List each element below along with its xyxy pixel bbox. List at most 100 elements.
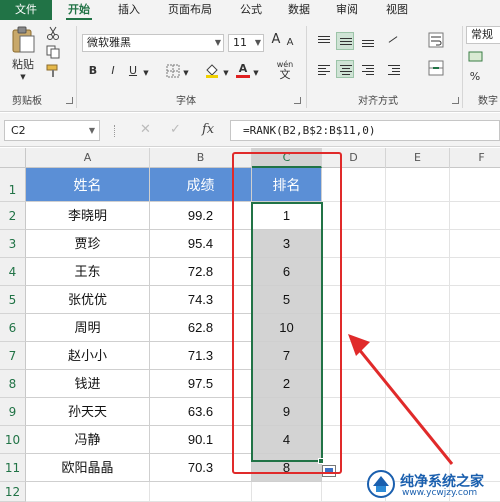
empty-cell[interactable] [386, 168, 450, 202]
name-cell[interactable]: 孙天天 [26, 398, 150, 426]
rank-cell[interactable]: 9 [252, 398, 322, 426]
row-header[interactable]: 4 [0, 258, 26, 286]
chevron-down-icon[interactable]: ▼ [89, 121, 95, 140]
column-header-b[interactable]: B [150, 148, 252, 168]
name-cell[interactable]: 冯静 [26, 426, 150, 454]
rank-cell[interactable]: 2 [252, 370, 322, 398]
tab-data[interactable]: 数据 [288, 0, 310, 20]
tab-view[interactable]: 视图 [386, 0, 408, 20]
name-cell[interactable]: 周明 [26, 314, 150, 342]
rank-cell[interactable]: 8 [252, 454, 322, 482]
copy-icon[interactable] [46, 45, 60, 59]
row-header[interactable]: 6 [0, 314, 26, 342]
name-cell[interactable]: 李晓明 [26, 202, 150, 230]
row-header[interactable]: 5 [0, 286, 26, 314]
empty-cell[interactable] [322, 202, 386, 230]
fill-color-icon[interactable] [204, 62, 220, 78]
header-rank-cell[interactable]: 排名 [252, 168, 322, 202]
row-header[interactable]: 10 [0, 426, 26, 454]
score-cell[interactable]: 99.2 [150, 202, 252, 230]
font-name-select[interactable]: 微软雅黑 ▼ [82, 34, 224, 52]
currency-icon[interactable] [468, 50, 484, 64]
header-score-cell[interactable]: 成绩 [150, 168, 252, 202]
empty-cell[interactable] [450, 168, 500, 202]
name-cell[interactable]: 王东 [26, 258, 150, 286]
name-cell[interactable]: 赵小小 [26, 342, 150, 370]
text-direction-button[interactable] [384, 32, 402, 50]
name-box[interactable]: C2 ▼ [4, 120, 100, 141]
name-cell[interactable]: 贾珍 [26, 230, 150, 258]
fill-color-dropdown-icon[interactable]: ▼ [222, 66, 230, 80]
align-top-button[interactable] [314, 32, 332, 50]
percent-button[interactable]: % [468, 70, 482, 84]
menu-file[interactable]: 文件 [0, 0, 52, 20]
name-cell[interactable]: 欧阳晶晶 [26, 454, 150, 482]
fill-handle[interactable] [318, 458, 324, 464]
wrap-text-icon[interactable] [428, 32, 444, 48]
empty-cell[interactable] [322, 286, 386, 314]
number-format-select[interactable]: 常规 [466, 26, 500, 44]
empty-cell[interactable] [322, 168, 386, 202]
empty-cell[interactable] [322, 230, 386, 258]
cancel-icon[interactable]: ✕ [140, 122, 151, 137]
empty-cell[interactable] [386, 286, 450, 314]
column-header-d[interactable]: D [322, 148, 386, 168]
tab-formulas[interactable]: 公式 [240, 0, 262, 20]
font-size-select[interactable]: 11 ▼ [228, 34, 264, 52]
empty-cell[interactable] [386, 258, 450, 286]
empty-cell[interactable] [252, 482, 322, 502]
grow-font-button[interactable]: A [270, 33, 282, 47]
column-header-c[interactable]: C [252, 148, 322, 168]
score-cell[interactable]: 72.8 [150, 258, 252, 286]
align-right-button[interactable] [358, 60, 376, 78]
row-header[interactable]: 1 [0, 168, 26, 202]
score-cell[interactable]: 95.4 [150, 230, 252, 258]
empty-cell[interactable] [386, 230, 450, 258]
tab-insert[interactable]: 插入 [118, 0, 140, 20]
font-color-button[interactable]: A [236, 62, 250, 78]
empty-cell[interactable] [450, 258, 500, 286]
align-middle-button[interactable] [336, 32, 354, 50]
header-name-cell[interactable]: 姓名 [26, 168, 150, 202]
rank-cell[interactable]: 10 [252, 314, 322, 342]
font-launcher-icon[interactable] [294, 97, 301, 104]
tab-review[interactable]: 审阅 [336, 0, 358, 20]
row-header[interactable]: 11 [0, 454, 26, 482]
rank-cell[interactable]: 7 [252, 342, 322, 370]
underline-button[interactable]: U [126, 64, 140, 78]
score-cell[interactable]: 74.3 [150, 286, 252, 314]
row-header[interactable]: 9 [0, 398, 26, 426]
empty-cell[interactable] [450, 286, 500, 314]
column-header-a[interactable]: A [26, 148, 150, 168]
align-left-button[interactable] [314, 60, 332, 78]
row-header[interactable]: 2 [0, 202, 26, 230]
paste-dropdown-icon[interactable]: ▼ [8, 70, 38, 84]
name-cell[interactable]: 钱进 [26, 370, 150, 398]
rank-cell[interactable]: 6 [252, 258, 322, 286]
confirm-icon[interactable]: ✓ [170, 122, 181, 137]
empty-cell[interactable] [150, 482, 252, 502]
rank-cell[interactable]: 4 [252, 426, 322, 454]
score-cell[interactable]: 63.6 [150, 398, 252, 426]
row-header[interactable]: 7 [0, 342, 26, 370]
score-cell[interactable]: 90.1 [150, 426, 252, 454]
underline-dropdown-icon[interactable]: ▼ [142, 66, 150, 80]
empty-cell[interactable] [322, 258, 386, 286]
phonetic-button[interactable]: wén 文 [272, 60, 298, 82]
empty-cell[interactable] [450, 230, 500, 258]
alignment-launcher-icon[interactable] [452, 97, 459, 104]
tab-page-layout[interactable]: 页面布局 [168, 0, 212, 20]
align-bottom-button[interactable] [358, 32, 376, 50]
empty-cell[interactable] [450, 202, 500, 230]
tab-home[interactable]: 开始 [66, 0, 92, 20]
worksheet-grid[interactable]: A B C D E F 1 姓名 成绩 排名 2 李晓明 99.2 1 3 贾珍 95.4 3 4 王东 7… [0, 148, 500, 502]
bold-button[interactable]: B [86, 64, 100, 78]
clipboard-launcher-icon[interactable] [66, 97, 73, 104]
quick-analysis-icon[interactable] [322, 465, 336, 477]
format-painter-icon[interactable] [46, 64, 60, 78]
score-cell[interactable]: 62.8 [150, 314, 252, 342]
rank-cell[interactable]: 1 [252, 202, 322, 230]
rank-cell[interactable]: 3 [252, 230, 322, 258]
score-cell[interactable]: 97.5 [150, 370, 252, 398]
rank-cell[interactable]: 5 [252, 286, 322, 314]
